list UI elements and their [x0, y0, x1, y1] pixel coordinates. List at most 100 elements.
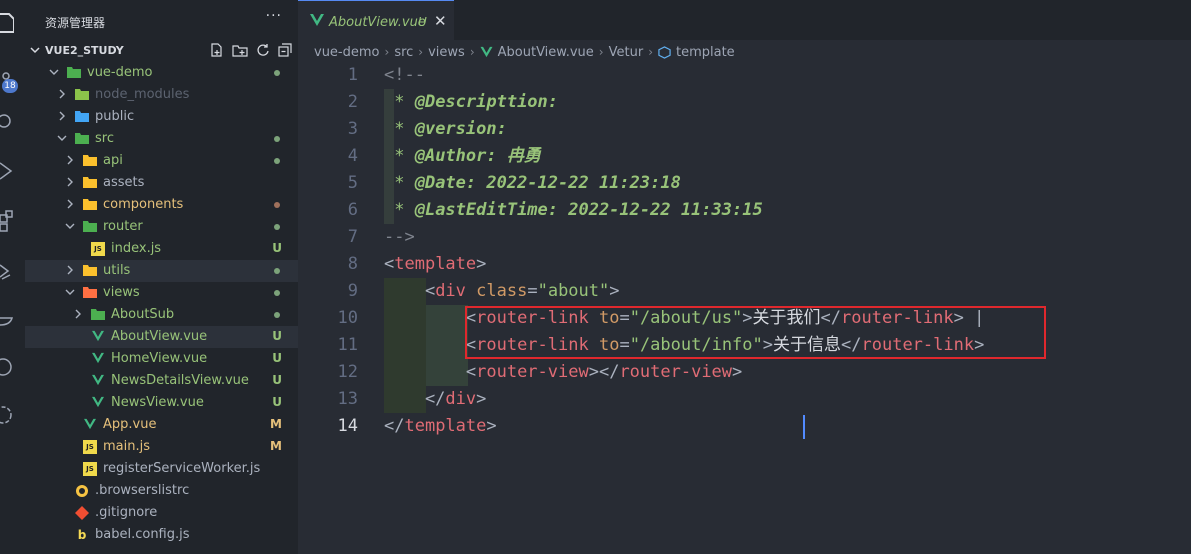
tree-folder[interactable]: node_modules	[25, 84, 298, 106]
folder-icon	[83, 176, 97, 190]
tree-item-label: .browserslistrc	[95, 483, 190, 498]
git-status-badge: U	[272, 373, 282, 387]
workspace-section-header[interactable]: VUE2_STUDY	[25, 40, 298, 62]
chevron-right-icon	[67, 177, 73, 187]
chevron-right-icon	[59, 89, 65, 99]
workspace-name: VUE2_STUDY	[45, 44, 124, 57]
tree-file[interactable]: App.vue M	[25, 414, 298, 436]
tree-folder[interactable]: public	[25, 106, 298, 128]
code-line: </template>	[384, 416, 497, 436]
vue-file-icon	[91, 330, 105, 344]
line-number: 9	[347, 281, 358, 301]
code-line: * @Date: 2022-12-22 11:23:18	[384, 173, 681, 193]
refresh-icon[interactable]	[256, 43, 270, 57]
extensions-icon[interactable]	[0, 206, 25, 236]
code-line: <router-view></router-view>	[384, 362, 743, 382]
tree-file[interactable]: JS main.js M	[25, 436, 298, 458]
line-number: 8	[347, 254, 358, 274]
tree-file[interactable]: NewsDetailsView.vue U	[25, 370, 298, 392]
docker-icon[interactable]	[0, 303, 25, 333]
vue-file-icon	[480, 46, 493, 58]
tree-file[interactable]: HomeView.vue U	[25, 348, 298, 370]
tree-item-label: views	[103, 285, 140, 300]
tree-file[interactable]: .gitignore	[25, 502, 298, 524]
tree-folder[interactable]: views	[25, 282, 298, 304]
explorer-sidebar: 资源管理器 ··· VUE2_STUDY vue-demo node_module…	[25, 0, 298, 554]
source-control-badge: 18	[2, 79, 18, 93]
git-status-dot	[274, 70, 280, 76]
close-icon[interactable]: ✕	[434, 12, 447, 30]
vue-file-icon	[91, 396, 105, 410]
tree-file[interactable]: .browserslistrc	[25, 480, 298, 502]
code-line: * @Descripttion:	[384, 92, 559, 112]
tree-folder[interactable]: src	[25, 128, 298, 150]
symbol-icon	[658, 45, 671, 59]
line-number: 12	[337, 362, 358, 382]
remote-icon[interactable]	[0, 256, 25, 286]
folder-icon	[75, 132, 89, 146]
breadcrumb-item[interactable]: vue-demo	[314, 45, 380, 60]
tree-file[interactable]: JS index.js U	[25, 238, 298, 260]
tree-item-label: utils	[103, 263, 131, 278]
tree-file[interactable]: AboutView.vue U	[25, 326, 298, 348]
js-file-icon: JS	[83, 440, 97, 454]
tree-folder[interactable]: router	[25, 216, 298, 238]
breadcrumb-item[interactable]: Vetur	[609, 45, 644, 60]
openai-icon[interactable]	[0, 400, 25, 430]
tab-label: AboutView.vue	[329, 15, 426, 30]
tree-folder[interactable]: vue-demo	[25, 62, 298, 84]
chevron-down-icon	[30, 47, 40, 54]
tree-folder[interactable]: utils	[25, 260, 298, 282]
vue-file-icon	[91, 374, 105, 388]
git-graph-icon[interactable]	[0, 352, 25, 382]
tree-folder[interactable]: AboutSub	[25, 304, 298, 326]
line-number: 10	[337, 308, 358, 328]
tree-folder[interactable]: api	[25, 150, 298, 172]
chevron-right-icon	[67, 199, 73, 209]
chevron-right-icon	[67, 155, 73, 165]
tree-item-label: babel.config.js	[95, 527, 190, 542]
git-status-badge: U	[272, 395, 282, 409]
new-file-icon[interactable]	[210, 43, 224, 57]
folder-icon	[83, 264, 97, 278]
tree-file[interactable]: b babel.config.js	[25, 524, 298, 546]
search-icon[interactable]	[0, 106, 25, 136]
breadcrumb-item[interactable]: AboutView.vue	[498, 45, 594, 60]
breadcrumb-item[interactable]: views	[428, 45, 465, 60]
chevron-down-icon	[65, 289, 75, 295]
more-actions-button[interactable]: ···	[266, 8, 282, 24]
breadcrumb-item[interactable]: src	[394, 45, 413, 60]
explorer-icon[interactable]	[0, 8, 25, 38]
tree-item-label: index.js	[111, 241, 162, 256]
chevron-down-icon	[49, 69, 59, 75]
highlight-box	[465, 306, 1046, 359]
git-status-badge: U	[272, 351, 282, 365]
line-number: 1	[347, 65, 358, 85]
collapse-all-icon[interactable]	[278, 43, 292, 57]
line-number: 5	[347, 173, 358, 193]
line-number: 4	[347, 146, 358, 166]
tree-file[interactable]: JS registerServiceWorker.js	[25, 458, 298, 480]
tree-item-label: public	[95, 109, 135, 124]
line-number: 2	[347, 92, 358, 112]
tree-file[interactable]: NewsView.vue U	[25, 392, 298, 414]
git-status-dot	[274, 224, 280, 230]
tree-item-label: .gitignore	[95, 505, 158, 520]
browserslist-icon	[75, 484, 89, 498]
tree-item-label: main.js	[103, 439, 150, 454]
tree-item-label: node_modules	[95, 87, 190, 102]
tree-item-label: router	[103, 219, 143, 234]
tree-item-label: NewsView.vue	[111, 395, 204, 410]
tree-folder[interactable]: components	[25, 194, 298, 216]
tab-aboutview[interactable]: AboutView.vue U ✕	[298, 0, 454, 40]
run-debug-icon[interactable]	[0, 156, 25, 186]
tree-folder[interactable]: assets	[25, 172, 298, 194]
line-number: 11	[337, 335, 358, 355]
tree-item-label: App.vue	[103, 417, 157, 432]
breadcrumb-item[interactable]: template	[676, 45, 735, 60]
tree-item-label: AboutView.vue	[111, 329, 208, 344]
code-line: -->	[384, 227, 415, 247]
tree-item-label: HomeView.vue	[111, 351, 208, 366]
tree-item-label: vue-demo	[87, 65, 153, 80]
new-folder-icon[interactable]	[232, 43, 248, 57]
